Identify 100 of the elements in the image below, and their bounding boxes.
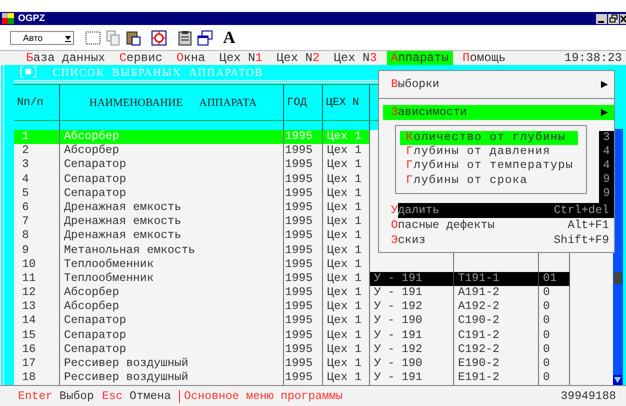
table-cell: 1995 [285, 158, 313, 172]
table-cell: Цех 1 [327, 258, 362, 271]
submenu-arrow-icon [600, 108, 609, 117]
table-cell: У - 191 [374, 286, 422, 300]
table-cell: 1995 [285, 172, 313, 186]
table-cell: Сепаратор [64, 172, 126, 186]
table-cell: 1995 [285, 357, 313, 370]
mode-select[interactable]: Авто [10, 30, 74, 44]
menu-item[interactable]: Помощь [458, 51, 510, 65]
window-title: OGPZ [18, 13, 45, 24]
menu-item[interactable]: Выборки [383, 77, 614, 92]
table-cell: Сепаратор [64, 314, 126, 328]
table-cell: Сепаратор [64, 158, 126, 172]
table-cell: 1995 [285, 229, 313, 242]
table-cell: 1995 [285, 371, 313, 384]
table-cell: 0 [543, 300, 550, 314]
table-cell: С192-2 [458, 342, 500, 356]
menu-shadow: 3 4 4 9 9 [599, 131, 614, 203]
status-number: 39949188 [560, 390, 616, 402]
table-cell: Дренажная емкость [64, 200, 182, 214]
table-cell: Т191-1 [458, 272, 500, 285]
table-cell: 1995 [285, 130, 313, 143]
table-cell: 1995 [285, 244, 313, 256]
table-cell: Цех 1 [327, 172, 362, 186]
table-cell: 15 [22, 328, 36, 342]
menu-item[interactable]: Опасные дефекты Alt+F1 [383, 218, 614, 233]
table-cell: Цех 1 [327, 300, 362, 314]
windows-icon[interactable] [196, 28, 214, 46]
table-cell: Абсорбер [64, 144, 120, 158]
menu-item[interactable]: Эскиз Shift+F9 [383, 233, 614, 248]
table-cell: У - 190 [374, 314, 422, 328]
table-cell: Цех 1 [327, 130, 362, 143]
table-cell: 0 [543, 371, 550, 384]
table-cell: Сепаратор [64, 328, 126, 342]
restore-icon[interactable] [608, 14, 619, 24]
table-cell: У - 191 [374, 328, 422, 342]
column-header: Nп/п [17, 96, 44, 108]
shortcut-hint[interactable]: Esc Отмена [102, 390, 171, 402]
table-cell: 8 [22, 229, 29, 242]
table-cell: А191-2 [458, 286, 500, 300]
paste-icon[interactable] [124, 28, 142, 46]
submenu-item[interactable]: Количество от глубины [400, 131, 578, 146]
table-cell: 11 [22, 272, 36, 285]
scroll-bar[interactable] [613, 129, 623, 386]
table-cell: 1995 [285, 314, 313, 328]
column-header: ГОД [287, 96, 307, 108]
table-cell: 6 [22, 200, 29, 214]
table-cell: 18 [22, 371, 36, 384]
table-cell: 4 [22, 172, 29, 186]
column-header: НАИМЕНОВАНИЕ АППАРАТА [89, 96, 257, 108]
table-cell: 10 [22, 258, 36, 271]
table-cell: А192-2 [458, 300, 500, 314]
menu-item[interactable]: Зависимости [383, 105, 614, 120]
table-cell: 1 [22, 130, 29, 143]
table-cell: Цех 1 [327, 144, 362, 158]
table-cell: Цех 1 [327, 244, 362, 256]
table-cell: Абсорбер [64, 130, 120, 143]
table-cell: Цех 1 [327, 286, 362, 300]
close-icon[interactable] [620, 14, 626, 24]
submenu-item[interactable]: Глубины от температуры [400, 159, 578, 174]
table-cell: 3 [22, 158, 29, 172]
table-cell: Рессивер воздушный [64, 371, 188, 384]
table-cell: Абсорбер [64, 286, 120, 300]
table-cell: 1995 [285, 200, 313, 214]
table-cell: Цех 1 [327, 186, 362, 200]
table-cell: Абсорбер [64, 300, 120, 314]
menu-item[interactable]: Цех N3 [330, 51, 381, 65]
shortcut-hint[interactable]: Enter Выбор [18, 390, 94, 402]
table-cell: Цех 1 [327, 229, 362, 242]
menu-item[interactable]: Цех N2 [272, 51, 324, 65]
menu-item[interactable]: Цех N1 [215, 51, 266, 65]
table-cell: Цех 1 [327, 200, 362, 214]
table-cell: Цех 1 [327, 215, 362, 228]
table-cell: 0 [543, 328, 550, 342]
table-cell: Дренажная емкость [64, 215, 182, 228]
menu-item[interactable]: Окна [172, 51, 210, 65]
font-button[interactable]: A [220, 28, 238, 48]
menu-item[interactable]: Сервис [115, 51, 166, 65]
status-message: Основное меню программы [178, 390, 343, 402]
menu-item[interactable]: База данных [22, 51, 110, 65]
table-cell: У - 190 [374, 357, 422, 370]
menu-item[interactable]: Аппараты [386, 51, 453, 65]
table-cell: 0 [543, 357, 550, 370]
clipboard-icon[interactable] [176, 28, 194, 46]
submenu-item[interactable]: Глубины от давления [400, 145, 578, 160]
table-cell: 1995 [285, 272, 313, 285]
table-cell: У - 192 [374, 342, 422, 356]
select-icon[interactable] [84, 28, 102, 46]
target-icon[interactable] [150, 28, 168, 46]
table-cell: 5 [22, 186, 29, 200]
table-cell: 14 [22, 314, 36, 328]
table-cell: 1995 [285, 286, 313, 300]
table-cell: 0 [543, 342, 550, 356]
table-cell: С191-2 [458, 328, 500, 342]
table-cell: Метанольная емкость [64, 244, 196, 256]
submenu-item[interactable]: Глубины от срока [400, 174, 578, 188]
table-cell: Теплообменник [64, 258, 154, 271]
table-cell: 0 [543, 286, 550, 300]
table-cell: 2 [22, 144, 29, 158]
minimize-icon[interactable] [596, 14, 607, 24]
